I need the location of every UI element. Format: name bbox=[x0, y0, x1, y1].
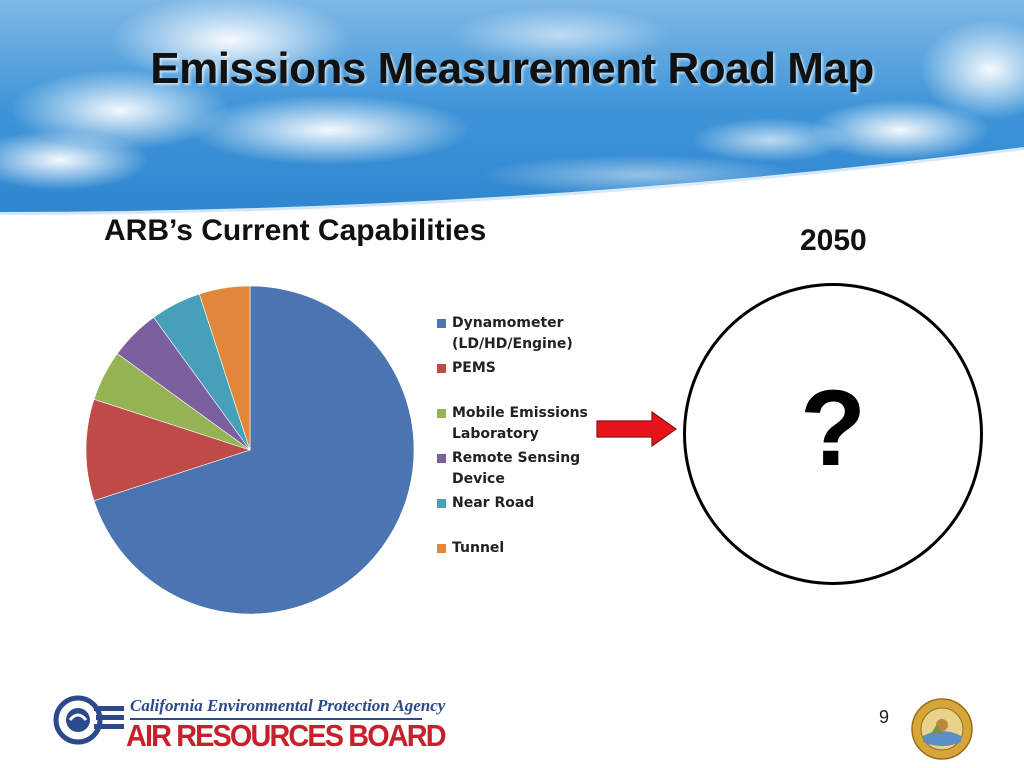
legend-item: Dynamometer (LD/HD/Engine) bbox=[437, 313, 607, 355]
section-subtitle: ARB’s Current Capabilities bbox=[104, 214, 487, 247]
legend-label: Laboratory bbox=[452, 426, 539, 442]
calepa-emblem-icon bbox=[53, 695, 124, 745]
board-name: AIR RESOURCES BOARD bbox=[126, 718, 447, 753]
legend-item: Mobile Emissions Laboratory bbox=[437, 403, 607, 445]
future-year-label: 2050 bbox=[800, 224, 867, 257]
legend-item: Remote Sensing Device bbox=[437, 448, 607, 490]
legend-swatch bbox=[437, 454, 446, 463]
state-seal-icon bbox=[911, 698, 973, 760]
legend-label: Mobile Emissions bbox=[452, 405, 588, 421]
slide-title: Emissions Measurement Road Map bbox=[150, 44, 874, 93]
sky-banner bbox=[0, 0, 1024, 218]
legend-label: Device bbox=[452, 471, 505, 487]
legend-swatch bbox=[437, 499, 446, 508]
agency-name: California Environmental Protection Agen… bbox=[130, 696, 446, 715]
legend-swatch bbox=[437, 544, 446, 553]
legend-label: (LD/HD/Engine) bbox=[452, 336, 573, 352]
legend-swatch bbox=[437, 409, 446, 418]
question-mark: ? bbox=[800, 367, 866, 488]
legend-label: PEMS bbox=[452, 360, 496, 376]
legend-item: Near Road bbox=[437, 493, 607, 514]
legend-item: PEMS bbox=[437, 358, 607, 379]
legend-label: Dynamometer bbox=[452, 315, 564, 331]
future-unknown-circle: ? bbox=[683, 283, 983, 585]
legend-label: Remote Sensing bbox=[452, 450, 581, 466]
legend-swatch bbox=[437, 364, 446, 373]
page-number: 9 bbox=[879, 707, 890, 727]
legend-swatch bbox=[437, 319, 446, 328]
legend-label: Near Road bbox=[452, 495, 535, 511]
air-resources-board-logo: California Environmental Protection Agen… bbox=[52, 690, 447, 754]
legend-label: Tunnel bbox=[452, 540, 505, 556]
capabilities-pie-chart bbox=[85, 285, 415, 615]
legend-item: Tunnel bbox=[437, 538, 607, 559]
red-right-arrow-icon bbox=[596, 410, 678, 448]
